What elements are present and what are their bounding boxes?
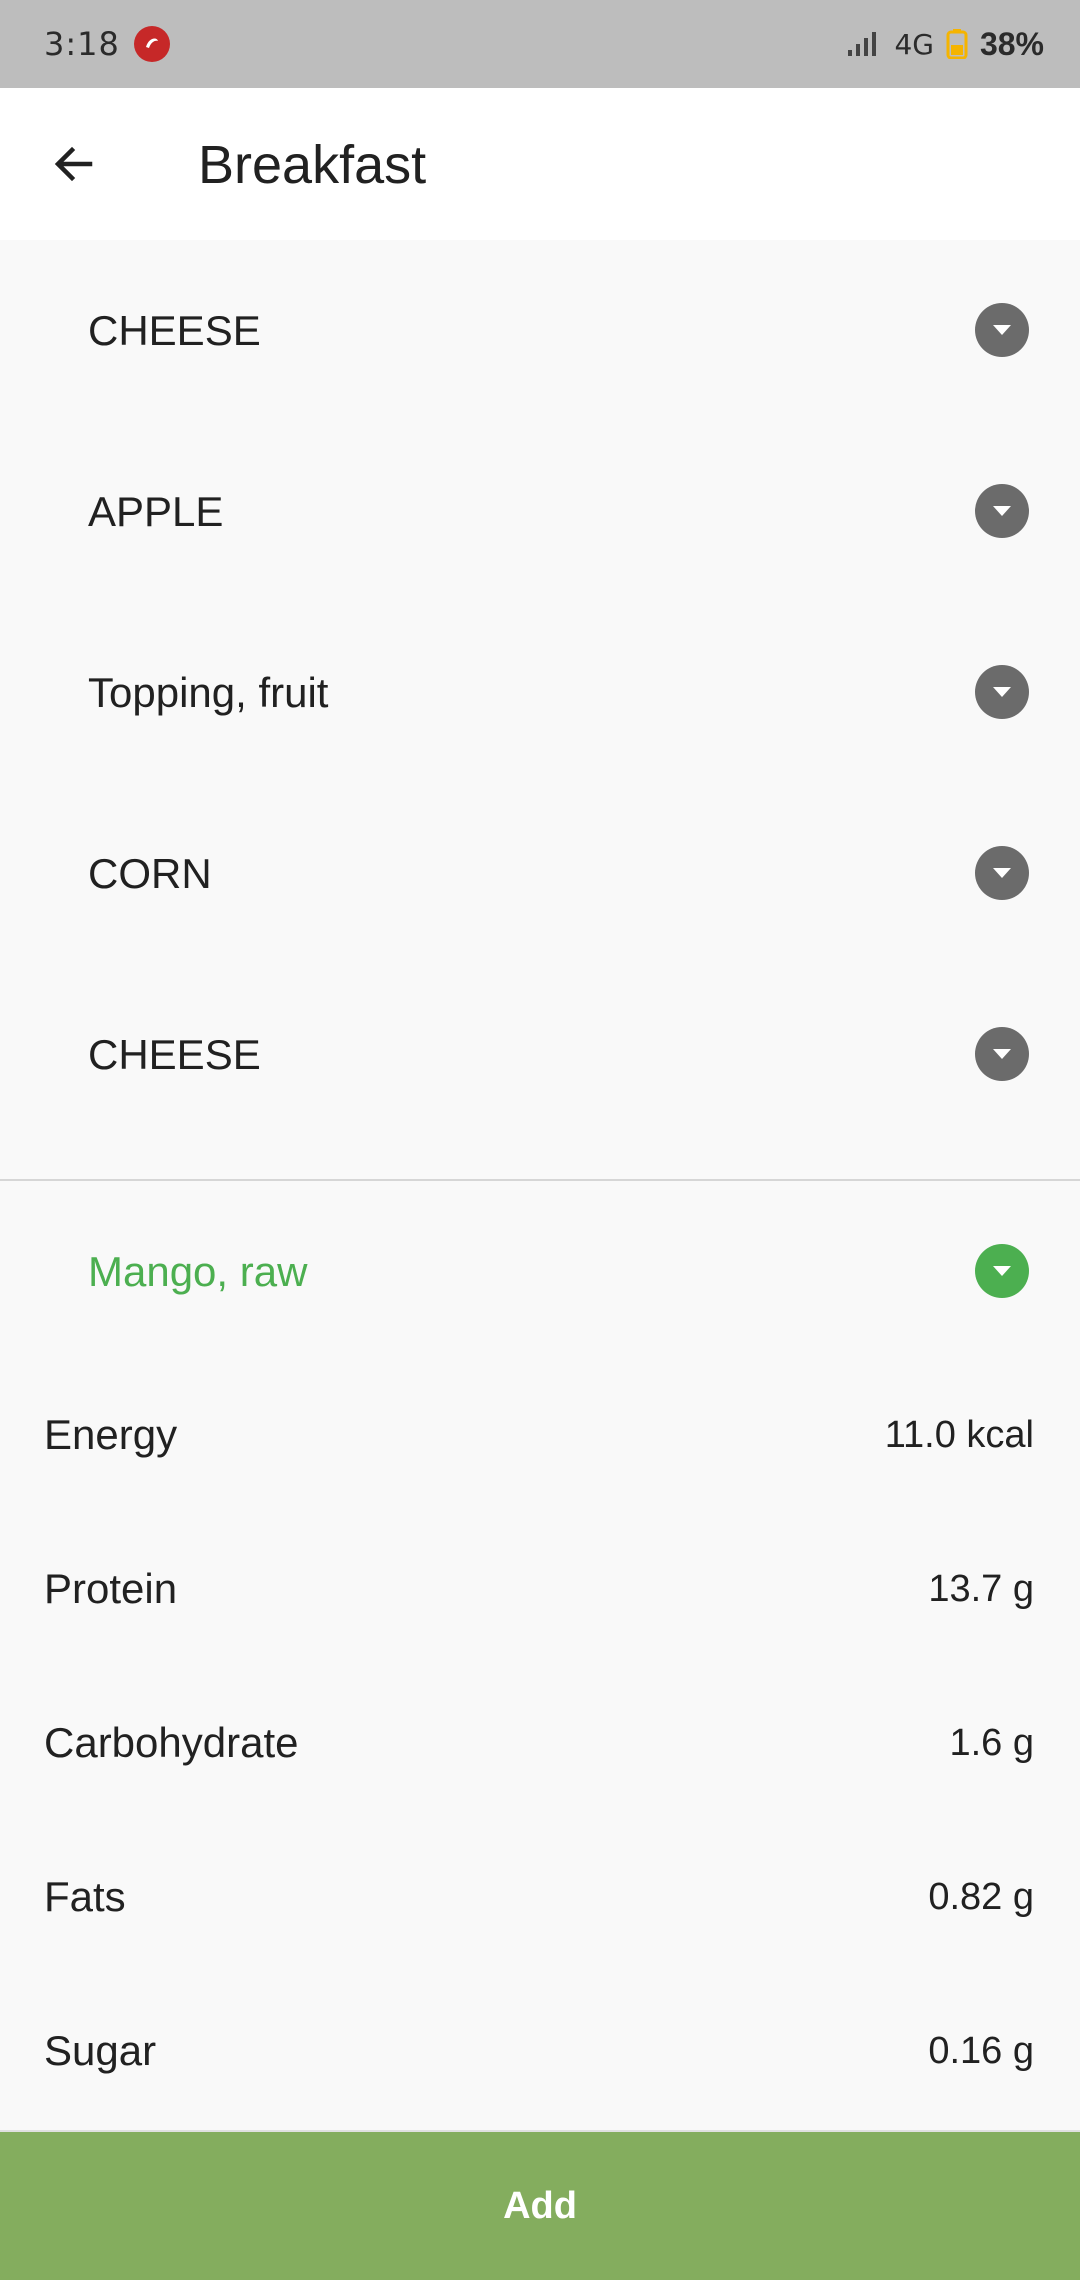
nutrient-row: Energy 11.0 kcal	[0, 1358, 1080, 1512]
status-right: 4G 38%	[846, 26, 1044, 63]
nutrient-name: Sugar	[44, 2027, 157, 2074]
nutrient-name: Energy	[44, 1411, 178, 1458]
battery-icon	[946, 29, 968, 59]
status-bar: 3:18 4G 38%	[0, 0, 1080, 88]
network-type: 4G	[894, 27, 934, 61]
status-left: 3:18	[44, 25, 170, 63]
food-item[interactable]: CHEESE	[0, 964, 1080, 1145]
app-bar: Breakfast	[0, 88, 1080, 240]
chevron-down-icon[interactable]	[975, 846, 1029, 900]
food-item-label: APPLE	[88, 488, 224, 535]
food-item-label: CHEESE	[88, 307, 261, 354]
add-button[interactable]: Add	[0, 2130, 1080, 2280]
nutrient-value: 11.0 kcal	[884, 1414, 1034, 1456]
nutrient-value: 0.82 g	[928, 1876, 1034, 1918]
nutrient-list: Energy 11.0 kcal Protein 13.7 g Carbohyd…	[0, 1358, 1080, 2128]
food-item[interactable]: APPLE	[0, 421, 1080, 602]
chevron-down-icon[interactable]	[975, 1027, 1029, 1081]
nutrient-value: 0.16 g	[928, 2030, 1034, 2072]
food-item[interactable]: CORN	[0, 783, 1080, 964]
status-time: 3:18	[44, 25, 120, 63]
chevron-down-icon[interactable]	[975, 303, 1029, 357]
signal-icon	[848, 32, 877, 56]
chevron-down-icon[interactable]	[975, 484, 1029, 538]
nutrient-row: Carbohydrate 1.6 g	[0, 1666, 1080, 1820]
back-button[interactable]	[42, 132, 106, 196]
food-list: CHEESE APPLE Topping, fruit CORN CHEESE	[0, 240, 1080, 1145]
notification-app-icon	[133, 26, 170, 62]
page-title: Breakfast	[198, 135, 427, 195]
nutrient-value: 13.7 g	[928, 1568, 1034, 1610]
chevron-down-icon[interactable]	[975, 665, 1029, 719]
nutrient-row: Fats 0.82 g	[0, 1820, 1080, 1974]
nutrient-name: Fats	[44, 1873, 126, 1920]
food-item-label: CHEESE	[88, 1031, 261, 1078]
arrow-left-icon	[54, 146, 93, 182]
food-item[interactable]: Topping, fruit	[0, 602, 1080, 783]
nutrient-value: 1.6 g	[949, 1722, 1034, 1764]
food-item-label: Mango, raw	[88, 1248, 308, 1295]
nutrient-name: Carbohydrate	[44, 1719, 299, 1766]
food-item-label: CORN	[88, 850, 212, 897]
nutrient-row: Protein 13.7 g	[0, 1512, 1080, 1666]
nutrient-row: Sugar 0.16 g	[0, 1974, 1080, 2128]
food-item-label: Topping, fruit	[88, 669, 329, 716]
chevron-down-icon[interactable]	[975, 1244, 1029, 1298]
battery-percent: 38%	[979, 25, 1044, 62]
food-item[interactable]: CHEESE	[0, 240, 1080, 421]
food-item-expanded[interactable]: Mango, raw	[0, 1181, 1080, 1362]
nutrient-name: Protein	[44, 1565, 178, 1612]
